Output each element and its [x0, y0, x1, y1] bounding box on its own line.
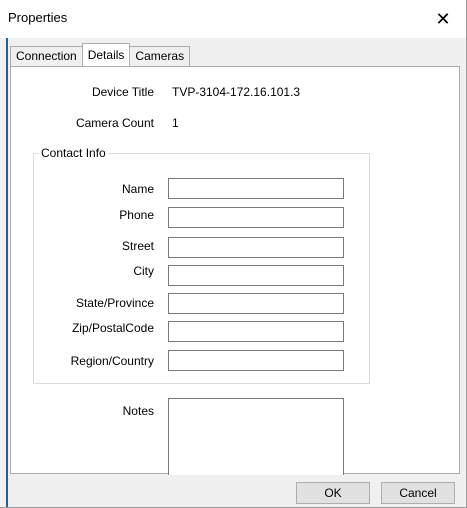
- phone-label: Phone: [119, 208, 154, 222]
- region-country-field[interactable]: [168, 350, 344, 371]
- tab-cameras[interactable]: Cameras: [129, 46, 191, 66]
- contact-info-title: Contact Info: [39, 146, 108, 160]
- tab-connection[interactable]: Connection: [10, 46, 83, 66]
- region-country-label: Region/Country: [70, 354, 154, 368]
- details-panel: Device Title TVP-3104-172.16.101.3 Camer…: [10, 66, 460, 475]
- name-field[interactable]: [168, 178, 344, 199]
- tab-details[interactable]: Details: [81, 43, 131, 66]
- camera-count-value: 1: [172, 116, 179, 130]
- close-button[interactable]: ✕: [420, 0, 466, 38]
- state-province-label: State/Province: [75, 296, 154, 310]
- properties-dialog: Properties ✕ Connection Details Cameras …: [0, 0, 467, 508]
- tab-strip: Connection Details Cameras: [10, 43, 191, 66]
- name-label: Name: [121, 182, 154, 196]
- device-title-label: Device Title: [91, 85, 154, 99]
- phone-field[interactable]: [168, 207, 344, 228]
- title-bar: Properties ✕: [0, 0, 466, 38]
- state-province-field[interactable]: [168, 293, 344, 314]
- zip-postal-code-label: Zip/PostalCode: [71, 321, 154, 335]
- window-left-edge: [0, 38, 9, 507]
- window-title: Properties: [8, 10, 68, 25]
- street-field[interactable]: [168, 237, 344, 258]
- city-label: City: [133, 264, 154, 278]
- notes-textarea[interactable]: [168, 398, 344, 475]
- device-title-value: TVP-3104-172.16.101.3: [172, 85, 301, 99]
- ok-button[interactable]: OK: [296, 482, 370, 504]
- street-label: Street: [121, 239, 154, 253]
- camera-count-label: Camera Count: [75, 116, 154, 130]
- city-field[interactable]: [168, 265, 344, 286]
- close-icon: ✕: [435, 8, 451, 29]
- cancel-button[interactable]: Cancel: [381, 482, 455, 504]
- notes-label: Notes: [122, 404, 154, 418]
- zip-postal-code-field[interactable]: [168, 321, 344, 342]
